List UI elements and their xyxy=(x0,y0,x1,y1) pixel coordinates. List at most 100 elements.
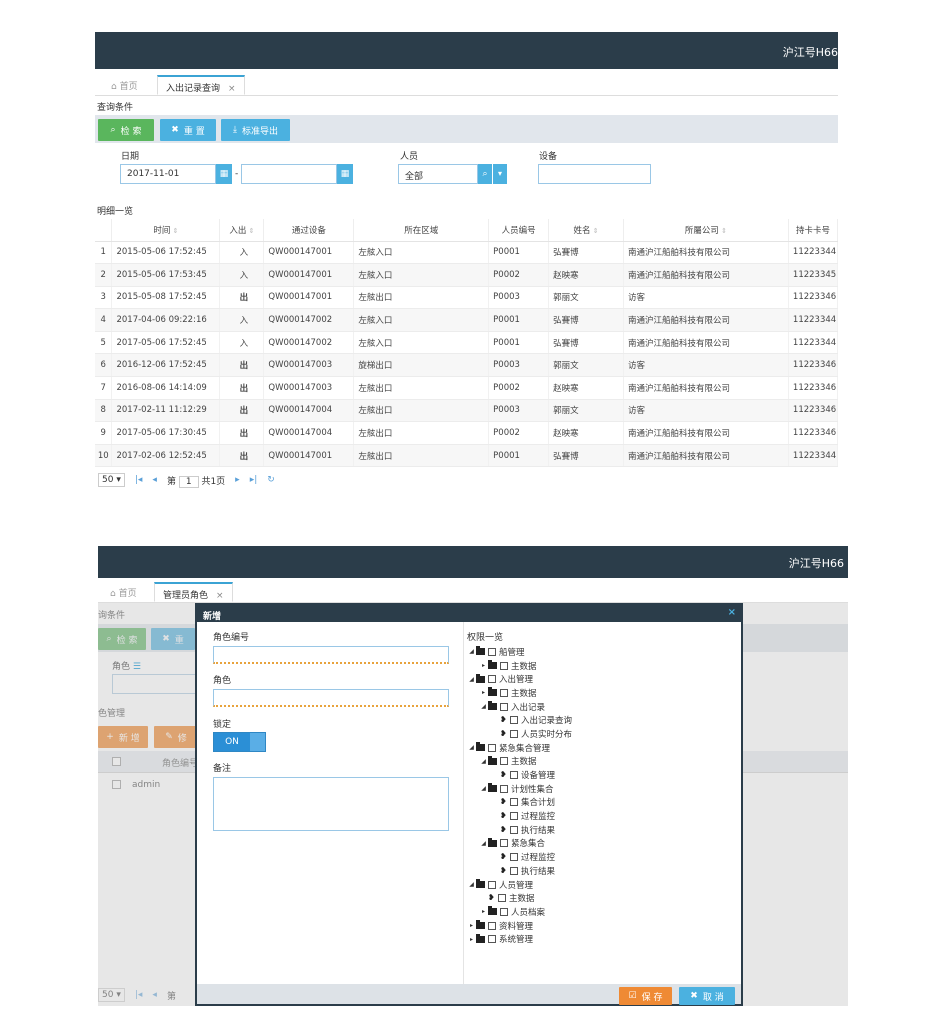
tree-node[interactable]: ▸ 主数据 xyxy=(467,686,737,700)
tree-node[interactable]: ❥ 设备管理 xyxy=(467,768,737,782)
close-icon[interactable]: × xyxy=(728,607,736,618)
calendar-icon[interactable]: ▦ xyxy=(216,164,232,184)
chevron-down-icon[interactable]: ▾ xyxy=(493,164,507,184)
caret-right-icon[interactable]: ▸ xyxy=(479,662,488,669)
tree-node[interactable]: ❥ 执行结果 xyxy=(467,864,737,878)
tree-node[interactable]: ❥ 过程监控 xyxy=(467,809,737,823)
column-header[interactable]: 入出 ⇕ xyxy=(219,219,265,242)
sort-icon[interactable]: ⇕ xyxy=(591,227,599,235)
sort-icon[interactable]: ⇕ xyxy=(246,227,255,235)
column-header[interactable]: 姓名 ⇕ xyxy=(548,219,625,242)
tree-node[interactable]: ❥ 人员实时分布 xyxy=(467,727,737,741)
table-row[interactable]: 6 2016-12-06 17:52:45 出 QW000147003 旋梯出口 P000… xyxy=(95,353,838,378)
caret-down-icon[interactable]: ◢ xyxy=(479,703,488,710)
column-header[interactable]: 通过设备 xyxy=(263,219,355,242)
checkbox[interactable] xyxy=(510,716,518,725)
date-from-input[interactable]: 2017-11-01 xyxy=(120,164,216,184)
tree-node[interactable]: ◢ 紧急集合管理 xyxy=(467,741,737,755)
table-row[interactable]: 4 2017-04-06 09:22:16 入 QW000147002 左舷入口 P000… xyxy=(95,308,838,332)
tree-node[interactable]: ◢ 入出管理 xyxy=(467,672,737,686)
table-row[interactable]: 1 2015-05-06 17:52:45 入 QW000147001 左舷入口 P000… xyxy=(95,241,838,265)
calendar-icon[interactable]: ▦ xyxy=(337,164,353,184)
checkbox[interactable] xyxy=(488,880,496,889)
save-button[interactable]: ☑ 保 存 xyxy=(619,987,672,1005)
checkbox[interactable] xyxy=(500,907,508,916)
checkbox[interactable] xyxy=(510,825,518,834)
checkbox[interactable] xyxy=(500,661,508,670)
checkbox[interactable] xyxy=(500,702,508,711)
lock-toggle[interactable]: ON xyxy=(213,732,266,752)
device-input[interactable] xyxy=(538,164,651,184)
table-row[interactable]: 8 2017-02-11 11:12:29 出 QW000147004 左舷出口 P000… xyxy=(95,399,838,423)
table-row[interactable]: 7 2016-08-06 14:14:09 出 QW000147003 左舷出口 P000… xyxy=(95,376,838,400)
page-number-input[interactable]: 1 xyxy=(178,475,199,488)
checkbox[interactable] xyxy=(510,729,518,738)
column-header[interactable]: 持卡卡号 xyxy=(788,219,838,242)
caret-down-icon[interactable]: ◢ xyxy=(467,881,476,888)
tree-node[interactable]: ◢ 计划性集合 xyxy=(467,782,737,796)
tree-node[interactable]: ◢ 船管理 xyxy=(467,645,737,659)
caret-down-icon[interactable]: ◢ xyxy=(479,785,488,792)
checkbox[interactable] xyxy=(510,866,518,875)
column-header[interactable]: 时间 ⇕ xyxy=(111,219,221,242)
checkbox[interactable] xyxy=(500,688,508,697)
table-row[interactable]: 2 2015-05-06 17:53:45 入 QW000147001 左舷入口 P000… xyxy=(95,263,838,287)
tree-node[interactable]: ❥ 主数据 xyxy=(467,891,737,905)
caret-down-icon[interactable]: ◢ xyxy=(467,744,476,751)
search-icon[interactable]: ⌕ xyxy=(478,164,492,184)
next-page-icon[interactable]: ▸ xyxy=(235,475,240,485)
column-header[interactable]: 所在区域 xyxy=(353,219,490,242)
checkbox[interactable] xyxy=(488,935,496,944)
checkbox[interactable] xyxy=(500,784,508,793)
caret-right-icon[interactable]: ▸ xyxy=(467,922,476,929)
column-header[interactable]: 人员编号 xyxy=(488,219,550,242)
checkbox[interactable] xyxy=(488,675,496,684)
caret-right-icon[interactable]: ▸ xyxy=(479,689,488,696)
tree-node[interactable]: ❥ 集合计划 xyxy=(467,796,737,810)
tab-home[interactable]: ⌂ 首页 xyxy=(103,75,146,95)
role-no-input[interactable] xyxy=(213,646,449,664)
table-row[interactable]: 9 2017-05-06 17:30:45 出 QW000147004 左舷出口 P000… xyxy=(95,421,838,445)
cancel-button[interactable]: ✖ 取 消 xyxy=(679,987,735,1005)
refresh-icon[interactable]: ↻ xyxy=(267,475,275,485)
tree-node[interactable]: ❥ 过程监控 xyxy=(467,850,737,864)
caret-down-icon[interactable]: ◢ xyxy=(467,676,476,683)
tree-node[interactable]: ❥ 入出记录查询 xyxy=(467,713,737,727)
sort-icon[interactable]: ⇕ xyxy=(719,227,727,235)
last-page-icon[interactable]: ▸| xyxy=(250,475,258,485)
table-row[interactable]: 10 2017-02-06 12:52:45 出 QW000147001 左舷出口 P00… xyxy=(95,444,838,468)
date-to-input[interactable] xyxy=(241,164,337,184)
caret-right-icon[interactable]: ▸ xyxy=(467,936,476,943)
person-select[interactable]: 全部 xyxy=(398,164,478,184)
checkbox[interactable] xyxy=(510,853,518,862)
close-icon[interactable]: × xyxy=(216,591,224,601)
column-header[interactable]: 所屬公司 ⇕ xyxy=(623,219,789,242)
checkbox[interactable] xyxy=(510,798,518,807)
export-button[interactable]: ⤓ 标准导出 xyxy=(221,119,290,141)
table-row[interactable]: 5 2017-05-06 17:52:45 入 QW000147002 左舷入口 P000… xyxy=(95,331,838,355)
tab-record-query[interactable]: 入出记录查询 × xyxy=(157,75,245,95)
page-size-select[interactable]: 50 ▾ xyxy=(98,473,125,487)
tab-home[interactable]: ⌂ 首页 xyxy=(102,582,145,602)
checkbox[interactable] xyxy=(510,771,518,780)
checkbox[interactable] xyxy=(510,812,518,821)
reset-button[interactable]: ✖ 重 置 xyxy=(160,119,216,141)
caret-down-icon[interactable]: ◢ xyxy=(479,758,488,765)
role-input[interactable] xyxy=(213,689,449,707)
checkbox[interactable] xyxy=(488,647,496,656)
tree-node[interactable]: ▸ 主数据 xyxy=(467,659,737,673)
table-row[interactable]: 3 2015-05-08 17:52:45 出 QW000147001 左舷出口 P000… xyxy=(95,286,838,310)
checkbox[interactable] xyxy=(500,757,508,766)
remark-textarea[interactable] xyxy=(213,777,449,831)
tree-node[interactable]: ▸ 系统管理 xyxy=(467,932,737,946)
tree-node[interactable]: ◢ 主数据 xyxy=(467,755,737,769)
sort-icon[interactable]: ⇕ xyxy=(170,227,179,235)
search-button[interactable]: ⌕ 检 索 xyxy=(98,119,154,141)
tree-node[interactable]: ▸ 资料管理 xyxy=(467,919,737,933)
checkbox[interactable] xyxy=(500,839,508,848)
close-icon[interactable]: × xyxy=(228,84,236,94)
prev-page-icon[interactable]: ◂ xyxy=(152,475,157,485)
checkbox[interactable] xyxy=(488,743,496,752)
first-page-icon[interactable]: |◂ xyxy=(135,475,143,485)
checkbox[interactable] xyxy=(498,894,506,903)
